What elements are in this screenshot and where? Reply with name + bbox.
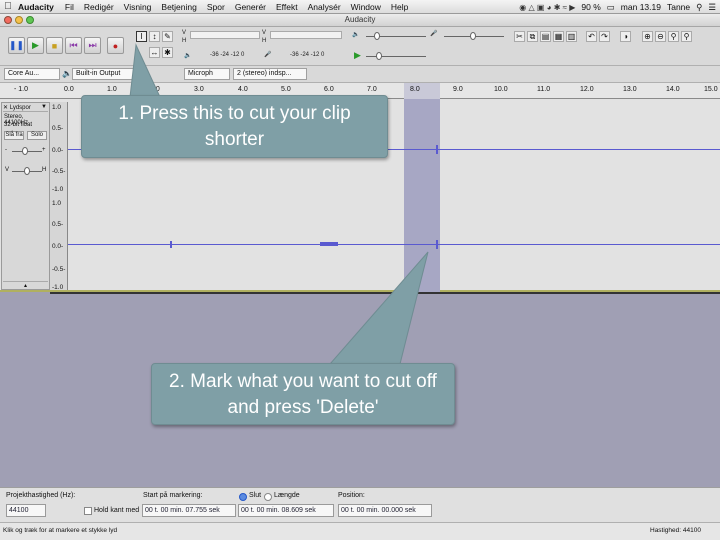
audio-position-field[interactable]: 00 t. 00 min. 00.000 sek <box>338 504 432 517</box>
callout-arrows <box>129 43 429 365</box>
callout-arrow-one <box>129 43 161 98</box>
end-radio[interactable] <box>239 493 247 501</box>
callout-one: 1. Press this to cut your clip shorter <box>81 95 388 158</box>
length-radio-label: Længde <box>274 492 300 499</box>
length-radio[interactable] <box>264 493 272 501</box>
project-rate-select[interactable]: 44100 <box>6 504 46 517</box>
status-bar: Klik og træk for at markere et stykke ly… <box>0 522 720 540</box>
end-radio-label: Slut <box>249 492 262 499</box>
position-label: Position: <box>338 492 365 499</box>
snap-label: Hold kant med <box>94 507 140 514</box>
audacity-window:  Audacity Fil Redigér Visning Betjening… <box>0 0 720 540</box>
project-rate-label: Projekthastighed (Hz): <box>6 492 76 499</box>
selection-start-field[interactable]: 00 t. 00 min. 07.755 sek <box>142 504 236 517</box>
callout-arrow-two <box>328 251 429 365</box>
status-rate: Hastighed: 44100 <box>650 527 701 534</box>
snap-checkbox[interactable] <box>84 507 92 515</box>
selection-end-field[interactable]: 00 t. 00 min. 08.609 sek <box>238 504 334 517</box>
selection-start-label: Start på markering: <box>143 492 203 499</box>
callout-two: 2. Mark what you want to cut off and pre… <box>151 363 455 425</box>
status-hint: Klik og træk for at markere et stykke ly… <box>3 527 118 534</box>
